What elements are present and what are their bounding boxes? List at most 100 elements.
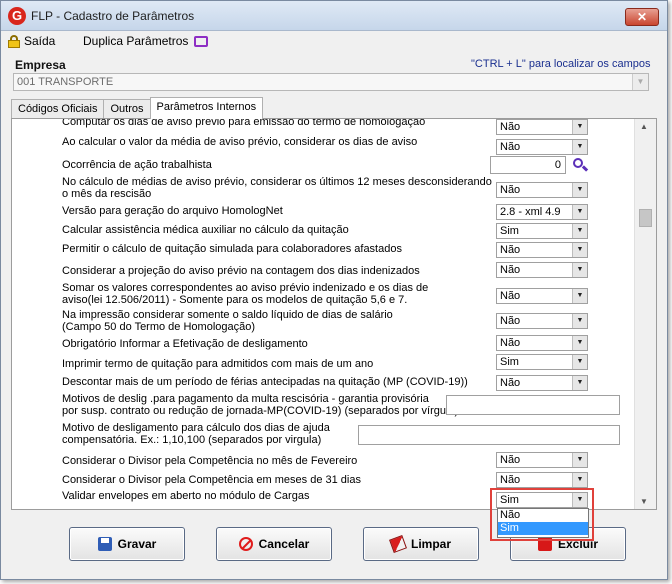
parameter-label: Considerar a projeção do aviso prévio na…	[62, 265, 420, 277]
parameter-label: Ao calcular o valor da média de aviso pr…	[62, 136, 418, 148]
dropdown-option-nao[interactable]: Não	[498, 509, 588, 522]
parameter-label: Considerar o Divisor pela Competência em…	[62, 474, 361, 486]
parameter-select[interactable]: Não ▼	[496, 472, 588, 488]
select-value: Sim	[500, 494, 519, 506]
parameter-label: Validar envelopes em aberto no módulo de…	[62, 490, 310, 502]
tab-bar: Códigos Oficiais Outros Parâmetros Inter…	[11, 97, 264, 119]
parameter-label: Somar os valores correspondentes ao avis…	[62, 282, 429, 306]
motivos-text-field[interactable]	[358, 425, 620, 445]
saida-button[interactable]: Saída	[8, 34, 55, 48]
parameter-label: Na impressão considerar somente o saldo …	[62, 309, 393, 333]
excluir-label: Excluir	[557, 537, 599, 551]
parameter-label: Ocorrência de ação trabalhista	[62, 159, 212, 171]
parameter-label: Motivos de deslig .para pagamento da mul…	[62, 393, 459, 417]
floppy-disk-icon	[97, 537, 112, 551]
chevron-down-icon[interactable]: ▼	[572, 263, 587, 277]
parameter-label: No cálculo de médias de aviso prévio, co…	[62, 176, 492, 200]
parameter-label: Calcular assistência médica auxiliar no …	[62, 224, 349, 236]
main-window: G FLP - Cadastro de Parâmetros ✕ Saída D…	[0, 0, 668, 580]
parameter-select[interactable]: Não ▼	[496, 182, 588, 198]
gravar-button[interactable]: Gravar	[69, 527, 185, 561]
tab-parametros-internos[interactable]: Parâmetros Internos	[149, 97, 264, 119]
parameter-select[interactable]: Não ▼	[496, 375, 588, 391]
empresa-select[interactable]: 001 TRANSPORTE ▼	[13, 73, 649, 91]
chevron-down-icon[interactable]: ▼	[572, 493, 587, 507]
select-value: Não	[500, 315, 521, 327]
parameter-select[interactable]: Sim ▼	[496, 354, 588, 370]
parameter-select[interactable]: Não ▼	[496, 335, 588, 351]
parameter-select[interactable]: Sim ▼	[496, 492, 588, 508]
chevron-down-icon[interactable]: ▼	[572, 314, 587, 328]
trash-icon	[535, 534, 552, 551]
chevron-down-icon[interactable]: ▼	[572, 473, 587, 487]
parameter-select[interactable]: Não ▼	[496, 288, 588, 304]
chevron-down-icon[interactable]: ▼	[572, 183, 587, 197]
limpar-button[interactable]: Limpar	[363, 527, 479, 561]
parameter-select[interactable]: Não ▼	[496, 119, 588, 135]
parameter-select[interactable]: Sim ▼	[496, 223, 588, 239]
chevron-down-icon[interactable]: ▼	[632, 74, 648, 90]
select-value: Não	[500, 184, 521, 196]
parameter-label: Motivo de desligamento para cálculo dos …	[62, 422, 330, 446]
eraser-icon	[389, 535, 407, 553]
vertical-scrollbar[interactable]: ▲ ▼	[634, 119, 656, 509]
duplica-parametros-button[interactable]: Duplica Parâmetros	[83, 34, 209, 48]
chevron-down-icon[interactable]: ▼	[572, 336, 587, 350]
empresa-value: 001 TRANSPORTE	[17, 76, 114, 88]
search-hint: "CTRL + L" para localizar os campos	[471, 58, 651, 70]
search-icon[interactable]	[572, 157, 589, 173]
parameter-label: Versão para geração do arquivo HomologNe…	[62, 205, 283, 217]
lock-icon	[8, 34, 20, 48]
gravar-label: Gravar	[117, 537, 157, 551]
select-value: Não	[500, 141, 521, 153]
tab-codigos-oficiais[interactable]: Códigos Oficiais	[11, 99, 105, 119]
select-value: Não	[500, 244, 521, 256]
select-value: Não	[500, 264, 521, 276]
parameter-label: Computar os dias de aviso prévio para em…	[62, 118, 426, 128]
scroll-down-icon[interactable]: ▼	[640, 497, 648, 506]
chevron-down-icon[interactable]: ▼	[572, 243, 587, 257]
select-value: Não	[500, 454, 521, 466]
dropdown-option-sim[interactable]: Sim	[498, 522, 588, 535]
close-button[interactable]: ✕	[625, 8, 659, 26]
flp-logo-icon: G	[8, 7, 26, 25]
duplica-label: Duplica Parâmetros	[83, 34, 189, 48]
chevron-down-icon[interactable]: ▼	[572, 376, 587, 390]
parameter-select[interactable]: Não ▼	[496, 452, 588, 468]
select-value: 2.8 - xml 4.9	[500, 206, 561, 218]
parameter-select[interactable]: Não ▼	[496, 242, 588, 258]
parameter-select[interactable]: Não ▼	[496, 139, 588, 155]
parameter-label: Considerar o Divisor pela Competência no…	[62, 455, 358, 467]
scroll-up-icon[interactable]: ▲	[640, 122, 648, 131]
cancelar-label: Cancelar	[258, 537, 310, 551]
monitor-icon	[194, 35, 209, 47]
select-value: Não	[500, 290, 521, 302]
motivos-text-field[interactable]	[446, 395, 620, 415]
chevron-down-icon[interactable]: ▼	[572, 224, 587, 238]
empresa-label: Empresa	[15, 58, 66, 72]
parameter-select[interactable]: 2.8 - xml 4.9 ▼	[496, 204, 588, 220]
chevron-down-icon[interactable]: ▼	[572, 140, 587, 154]
cancel-icon	[238, 537, 253, 551]
parameter-select[interactable]: Não ▼	[496, 262, 588, 278]
parameter-label: Imprimir termo de quitação para admitido…	[62, 358, 374, 370]
select-value: Não	[500, 474, 521, 486]
chevron-down-icon[interactable]: ▼	[572, 453, 587, 467]
saida-label: Saída	[24, 34, 56, 48]
scroll-thumb[interactable]	[639, 209, 652, 227]
parameter-label: Descontar mais de um período de férias a…	[62, 376, 468, 388]
chevron-down-icon[interactable]: ▼	[572, 120, 587, 134]
chevron-down-icon[interactable]: ▼	[572, 355, 587, 369]
select-value: Sim	[500, 225, 519, 237]
parameter-select[interactable]: Não ▼	[496, 313, 588, 329]
window-title: FLP - Cadastro de Parâmetros	[31, 9, 195, 23]
toolbar: Saída Duplica Parâmetros	[1, 31, 667, 53]
parameter-label: Permitir o cálculo de quitação simulada …	[62, 243, 402, 255]
select-value: Sim	[500, 356, 519, 368]
tab-outros[interactable]: Outros	[103, 99, 151, 119]
select-value: Não	[500, 121, 521, 133]
cancelar-button[interactable]: Cancelar	[216, 527, 332, 561]
acao-trabalhista-input[interactable]: 0	[490, 156, 566, 174]
chevron-down-icon[interactable]: ▼	[572, 205, 587, 219]
chevron-down-icon[interactable]: ▼	[572, 289, 587, 303]
